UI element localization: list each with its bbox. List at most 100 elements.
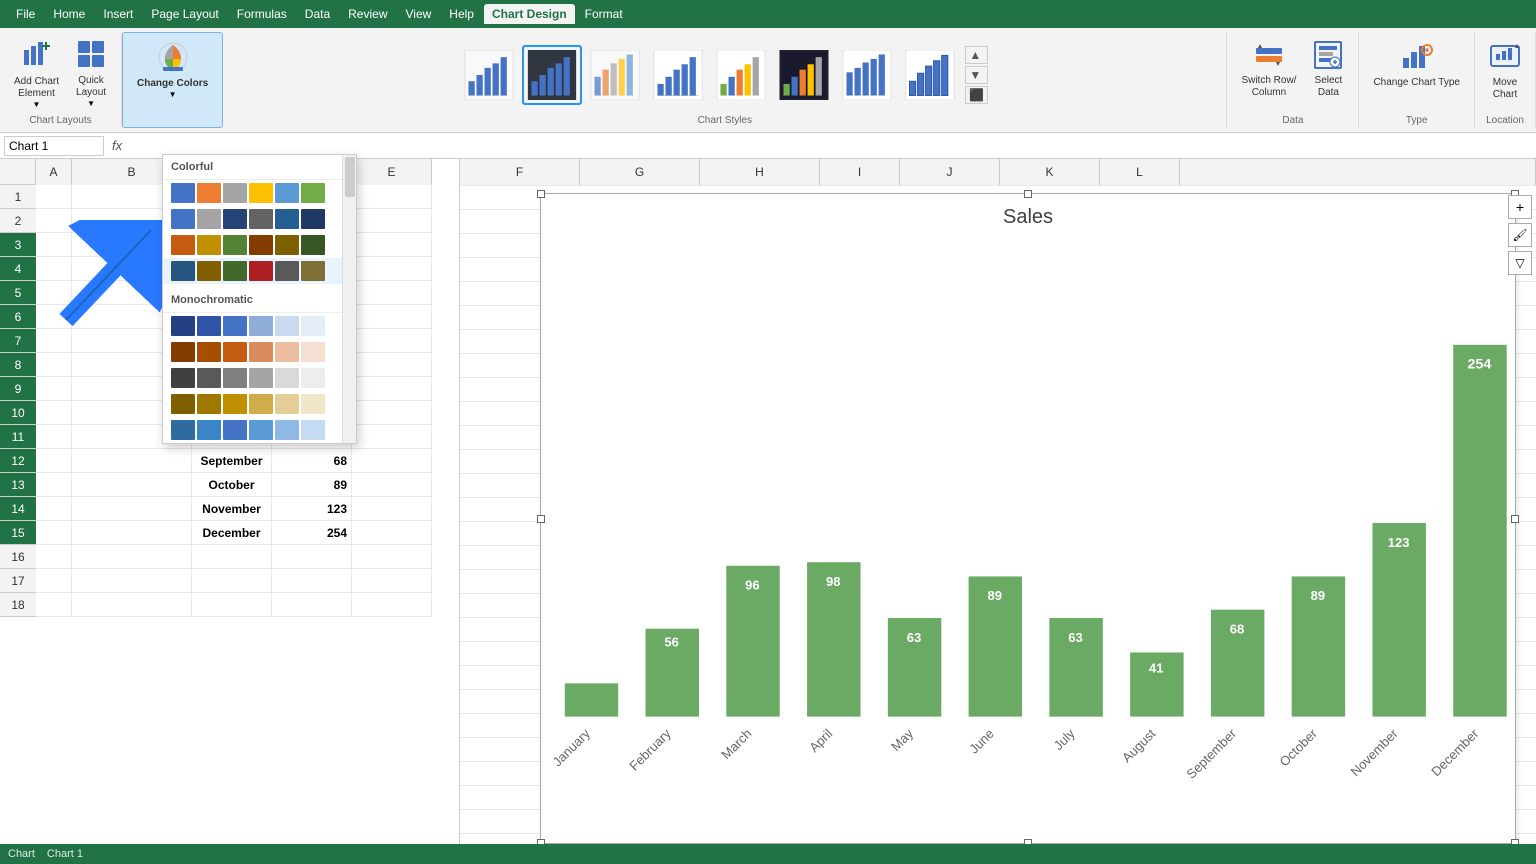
menu-review[interactable]: Review	[340, 4, 395, 24]
color-swatch[interactable]	[301, 342, 325, 362]
col-header-H[interactable]: H	[700, 159, 820, 185]
cell-C17[interactable]	[192, 569, 272, 593]
color-swatch[interactable]	[197, 261, 221, 281]
color-swatch[interactable]	[249, 261, 273, 281]
chart-add-button[interactable]: +	[1508, 195, 1532, 219]
color-swatch[interactable]	[223, 261, 247, 281]
color-swatch[interactable]	[171, 183, 195, 203]
color-swatch[interactable]	[197, 235, 221, 255]
menu-data[interactable]: Data	[297, 4, 338, 24]
chart-handle-ml[interactable]	[537, 515, 545, 523]
cell-E18[interactable]	[352, 593, 432, 617]
cell-E4[interactable]	[352, 257, 432, 281]
cell-C15[interactable]: December	[192, 521, 272, 545]
row-header-13[interactable]: 13	[0, 473, 36, 497]
chart-handle-tc[interactable]	[1024, 190, 1032, 198]
row-header-11[interactable]: 11	[0, 425, 36, 449]
col-header-K[interactable]: K	[1000, 159, 1100, 185]
chart-style-1[interactable]	[459, 45, 519, 105]
color-swatch[interactable]	[275, 316, 299, 336]
select-data-button[interactable]: SelectData	[1306, 36, 1350, 103]
color-swatch[interactable]	[171, 394, 195, 414]
cell-E14[interactable]	[352, 497, 432, 521]
color-swatch[interactable]	[301, 420, 325, 440]
cell-A17[interactable]	[36, 569, 72, 593]
cell-A11[interactable]	[36, 425, 72, 449]
color-swatch[interactable]	[223, 209, 247, 229]
col-header-F[interactable]: F	[460, 159, 580, 185]
change-colors-button[interactable]: Change Colors ▼	[131, 37, 214, 103]
row-header-3[interactable]: 3	[0, 233, 36, 257]
cell-A18[interactable]	[36, 593, 72, 617]
cell-E8[interactable]	[352, 353, 432, 377]
chart-style-3[interactable]	[585, 45, 645, 105]
color-swatch[interactable]	[223, 342, 247, 362]
color-swatch[interactable]	[275, 420, 299, 440]
color-swatch[interactable]	[197, 209, 221, 229]
color-swatch[interactable]	[223, 235, 247, 255]
col-header-E[interactable]: E	[352, 159, 432, 185]
cell-C14[interactable]: November	[192, 497, 272, 521]
chart-style-8[interactable]	[900, 45, 960, 105]
color-swatch[interactable]	[171, 209, 195, 229]
row-header-1[interactable]: 1	[0, 185, 36, 209]
color-swatch[interactable]	[275, 209, 299, 229]
row-header-15[interactable]: 15	[0, 521, 36, 545]
color-swatch[interactable]	[223, 368, 247, 388]
cell-B12[interactable]	[72, 449, 192, 473]
styles-scroll-up[interactable]: ▲	[965, 46, 988, 64]
cell-D16[interactable]	[272, 545, 352, 569]
color-swatch[interactable]	[249, 316, 273, 336]
chart-brush-button[interactable]: 🖌	[1508, 223, 1532, 247]
cell-E10[interactable]	[352, 401, 432, 425]
color-swatch[interactable]	[171, 235, 195, 255]
cell-B15[interactable]	[72, 521, 192, 545]
color-swatch[interactable]	[171, 368, 195, 388]
cell-C16[interactable]	[192, 545, 272, 569]
scroll-thumb[interactable]	[345, 157, 355, 197]
cell-E17[interactable]	[352, 569, 432, 593]
row-header-17[interactable]: 17	[0, 569, 36, 593]
color-swatch[interactable]	[249, 209, 273, 229]
color-swatch[interactable]	[223, 420, 247, 440]
color-swatch[interactable]	[171, 420, 195, 440]
cell-E11[interactable]	[352, 425, 432, 449]
color-swatch[interactable]	[197, 420, 221, 440]
row-header-4[interactable]: 4	[0, 257, 36, 281]
cell-B17[interactable]	[72, 569, 192, 593]
cell-B13[interactable]	[72, 473, 192, 497]
col-header-I[interactable]: I	[820, 159, 900, 185]
chart-style-4[interactable]	[648, 45, 708, 105]
cell-A9[interactable]	[36, 377, 72, 401]
color-swatch[interactable]	[275, 342, 299, 362]
change-chart-type-button[interactable]: Change Chart Type	[1367, 36, 1466, 93]
cell-E12[interactable]	[352, 449, 432, 473]
color-swatch[interactable]	[301, 209, 325, 229]
menu-view[interactable]: View	[398, 4, 440, 24]
cell-A1[interactable]	[36, 185, 72, 209]
cell-C18[interactable]	[192, 593, 272, 617]
cell-A16[interactable]	[36, 545, 72, 569]
cell-D12[interactable]: 68	[272, 449, 352, 473]
cell-E7[interactable]	[352, 329, 432, 353]
chart-handle-mr[interactable]	[1511, 515, 1519, 523]
cell-C13[interactable]: October	[192, 473, 272, 497]
color-swatch[interactable]	[249, 420, 273, 440]
styles-scroll-down[interactable]: ▼	[965, 66, 988, 84]
cell-A13[interactable]	[36, 473, 72, 497]
col-header-L[interactable]: L	[1100, 159, 1180, 185]
cell-A5[interactable]	[36, 281, 72, 305]
row-header-12[interactable]: 12	[0, 449, 36, 473]
cell-E3[interactable]	[352, 233, 432, 257]
color-swatch[interactable]	[301, 394, 325, 414]
cell-E2[interactable]	[352, 209, 432, 233]
cell-A8[interactable]	[36, 353, 72, 377]
name-box[interactable]: Chart 1	[4, 136, 104, 156]
menu-format[interactable]: Format	[577, 4, 631, 24]
color-swatch[interactable]	[275, 368, 299, 388]
col-header-G[interactable]: G	[580, 159, 700, 185]
cell-A15[interactable]	[36, 521, 72, 545]
cell-A4[interactable]	[36, 257, 72, 281]
color-swatch[interactable]	[197, 368, 221, 388]
color-swatch[interactable]	[275, 235, 299, 255]
